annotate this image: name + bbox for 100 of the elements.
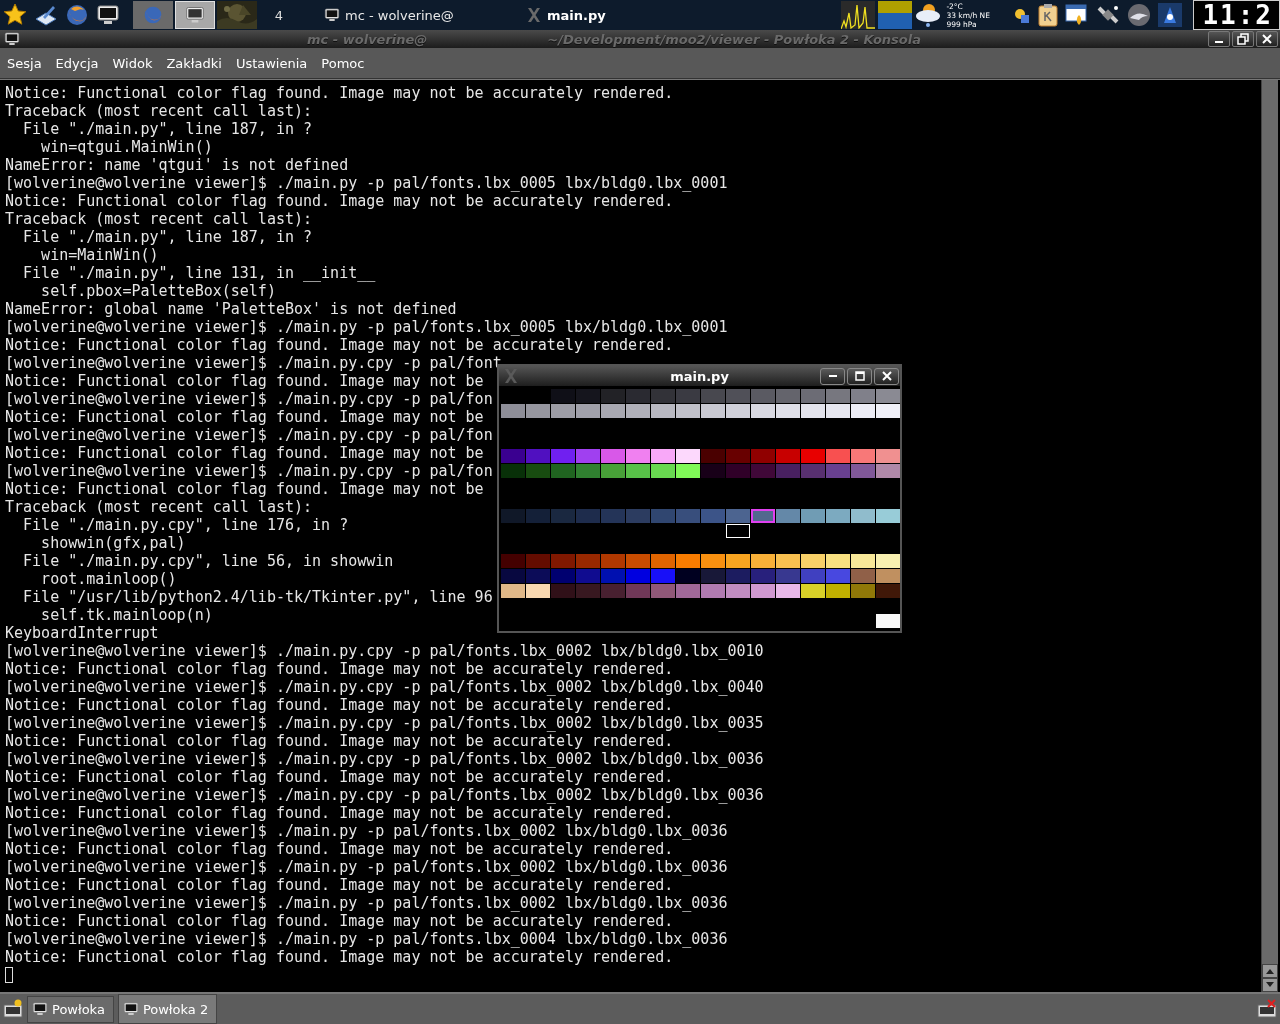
color-swatch[interactable] (601, 509, 625, 523)
desktop-thumbnail[interactable] (217, 1, 257, 29)
color-swatch[interactable] (776, 449, 800, 463)
color-swatch[interactable] (526, 464, 550, 478)
color-swatch[interactable] (601, 464, 625, 478)
maximize-button[interactable] (847, 367, 872, 385)
minimize-button[interactable] (1208, 31, 1230, 47)
color-swatch[interactable] (776, 554, 800, 568)
color-swatch[interactable] (801, 569, 825, 583)
color-swatch[interactable] (826, 509, 850, 523)
color-swatch[interactable] (726, 554, 750, 568)
minimize-button[interactable] (820, 367, 845, 385)
color-swatch[interactable] (576, 569, 600, 583)
color-swatch[interactable] (726, 464, 750, 478)
color-swatch[interactable] (501, 569, 525, 583)
color-swatch[interactable] (826, 554, 850, 568)
monitor-icon[interactable] (96, 3, 120, 27)
color-swatch[interactable] (801, 404, 825, 418)
desktop-thumbnail[interactable] (175, 1, 215, 29)
color-swatch[interactable] (701, 404, 725, 418)
close-button[interactable] (874, 367, 899, 385)
close-session-icon[interactable] (1257, 999, 1277, 1019)
taskbar-button[interactable]: main.py (522, 7, 610, 23)
star-icon[interactable] (3, 3, 27, 27)
color-swatch[interactable] (651, 464, 675, 478)
color-swatch[interactable] (501, 554, 525, 568)
menu-item[interactable]: Ustawienia (228, 55, 315, 71)
taskbar-button[interactable]: mc - wolverine@ (320, 7, 512, 23)
color-swatch[interactable] (876, 509, 900, 523)
color-swatch[interactable] (676, 404, 700, 418)
color-swatch[interactable] (701, 464, 725, 478)
color-swatch[interactable] (501, 404, 525, 418)
color-swatch[interactable] (626, 569, 650, 583)
color-swatch[interactable] (501, 464, 525, 478)
color-swatch[interactable] (726, 389, 750, 403)
color-swatch[interactable] (776, 464, 800, 478)
color-swatch[interactable] (551, 584, 575, 598)
color-swatch[interactable] (526, 584, 550, 598)
desktop-thumbnail[interactable] (133, 1, 173, 29)
scrollbar[interactable] (1261, 80, 1278, 992)
color-swatch[interactable] (576, 509, 600, 523)
scroll-up-button[interactable] (1262, 964, 1278, 978)
session-tab[interactable]: Powłoka (27, 995, 114, 1023)
color-swatch[interactable] (651, 389, 675, 403)
color-swatch[interactable] (751, 584, 775, 598)
color-swatch[interactable] (651, 569, 675, 583)
color-swatch[interactable] (601, 449, 625, 463)
color-swatch[interactable] (726, 449, 750, 463)
color-swatch[interactable] (576, 449, 600, 463)
color-swatch[interactable] (551, 404, 575, 418)
color-swatch[interactable] (876, 404, 900, 418)
menu-item[interactable]: Pomoc (314, 55, 372, 71)
color-swatch[interactable] (851, 404, 875, 418)
color-swatch[interactable] (701, 509, 725, 523)
color-swatch[interactable] (776, 404, 800, 418)
color-swatch[interactable] (851, 509, 875, 523)
color-swatch[interactable] (851, 554, 875, 568)
color-swatch[interactable] (876, 389, 900, 403)
color-swatch[interactable] (651, 554, 675, 568)
color-swatch[interactable] (551, 569, 575, 583)
color-swatch[interactable] (601, 404, 625, 418)
color-swatch[interactable] (751, 389, 775, 403)
menu-item[interactable]: Widok (105, 55, 160, 71)
maximize-button[interactable] (1232, 31, 1254, 47)
color-swatch[interactable] (626, 404, 650, 418)
color-swatch[interactable] (526, 509, 550, 523)
color-swatch[interactable] (851, 464, 875, 478)
color-swatch[interactable] (851, 389, 875, 403)
session-tab[interactable]: Powłoka 2 (117, 994, 218, 1024)
close-button[interactable] (1256, 31, 1278, 47)
color-swatch[interactable] (626, 584, 650, 598)
color-swatch[interactable] (576, 404, 600, 418)
color-swatch[interactable] (651, 404, 675, 418)
color-swatch[interactable] (601, 554, 625, 568)
color-swatch[interactable] (676, 389, 700, 403)
color-swatch[interactable] (876, 554, 900, 568)
color-swatch[interactable] (726, 509, 750, 523)
color-swatch[interactable] (751, 554, 775, 568)
color-swatch[interactable] (676, 554, 700, 568)
color-swatch[interactable] (501, 584, 525, 598)
color-swatch[interactable] (726, 584, 750, 598)
menu-item[interactable]: Edycja (48, 55, 106, 71)
color-swatch[interactable] (701, 449, 725, 463)
color-swatch[interactable] (851, 449, 875, 463)
color-swatch[interactable] (826, 449, 850, 463)
color-swatch[interactable] (526, 449, 550, 463)
color-swatch[interactable] (801, 554, 825, 568)
calendar-bell-icon[interactable] (1065, 3, 1090, 27)
color-swatch[interactable] (801, 449, 825, 463)
color-swatch[interactable] (676, 464, 700, 478)
color-swatch[interactable] (701, 554, 725, 568)
color-swatch[interactable] (526, 569, 550, 583)
color-swatch[interactable] (551, 464, 575, 478)
color-swatch[interactable] (801, 509, 825, 523)
color-swatch[interactable] (676, 584, 700, 598)
color-swatch[interactable] (726, 404, 750, 418)
color-swatch[interactable] (826, 404, 850, 418)
scroll-down-button[interactable] (1262, 978, 1278, 992)
color-swatch[interactable] (751, 464, 775, 478)
color-swatch[interactable] (651, 584, 675, 598)
